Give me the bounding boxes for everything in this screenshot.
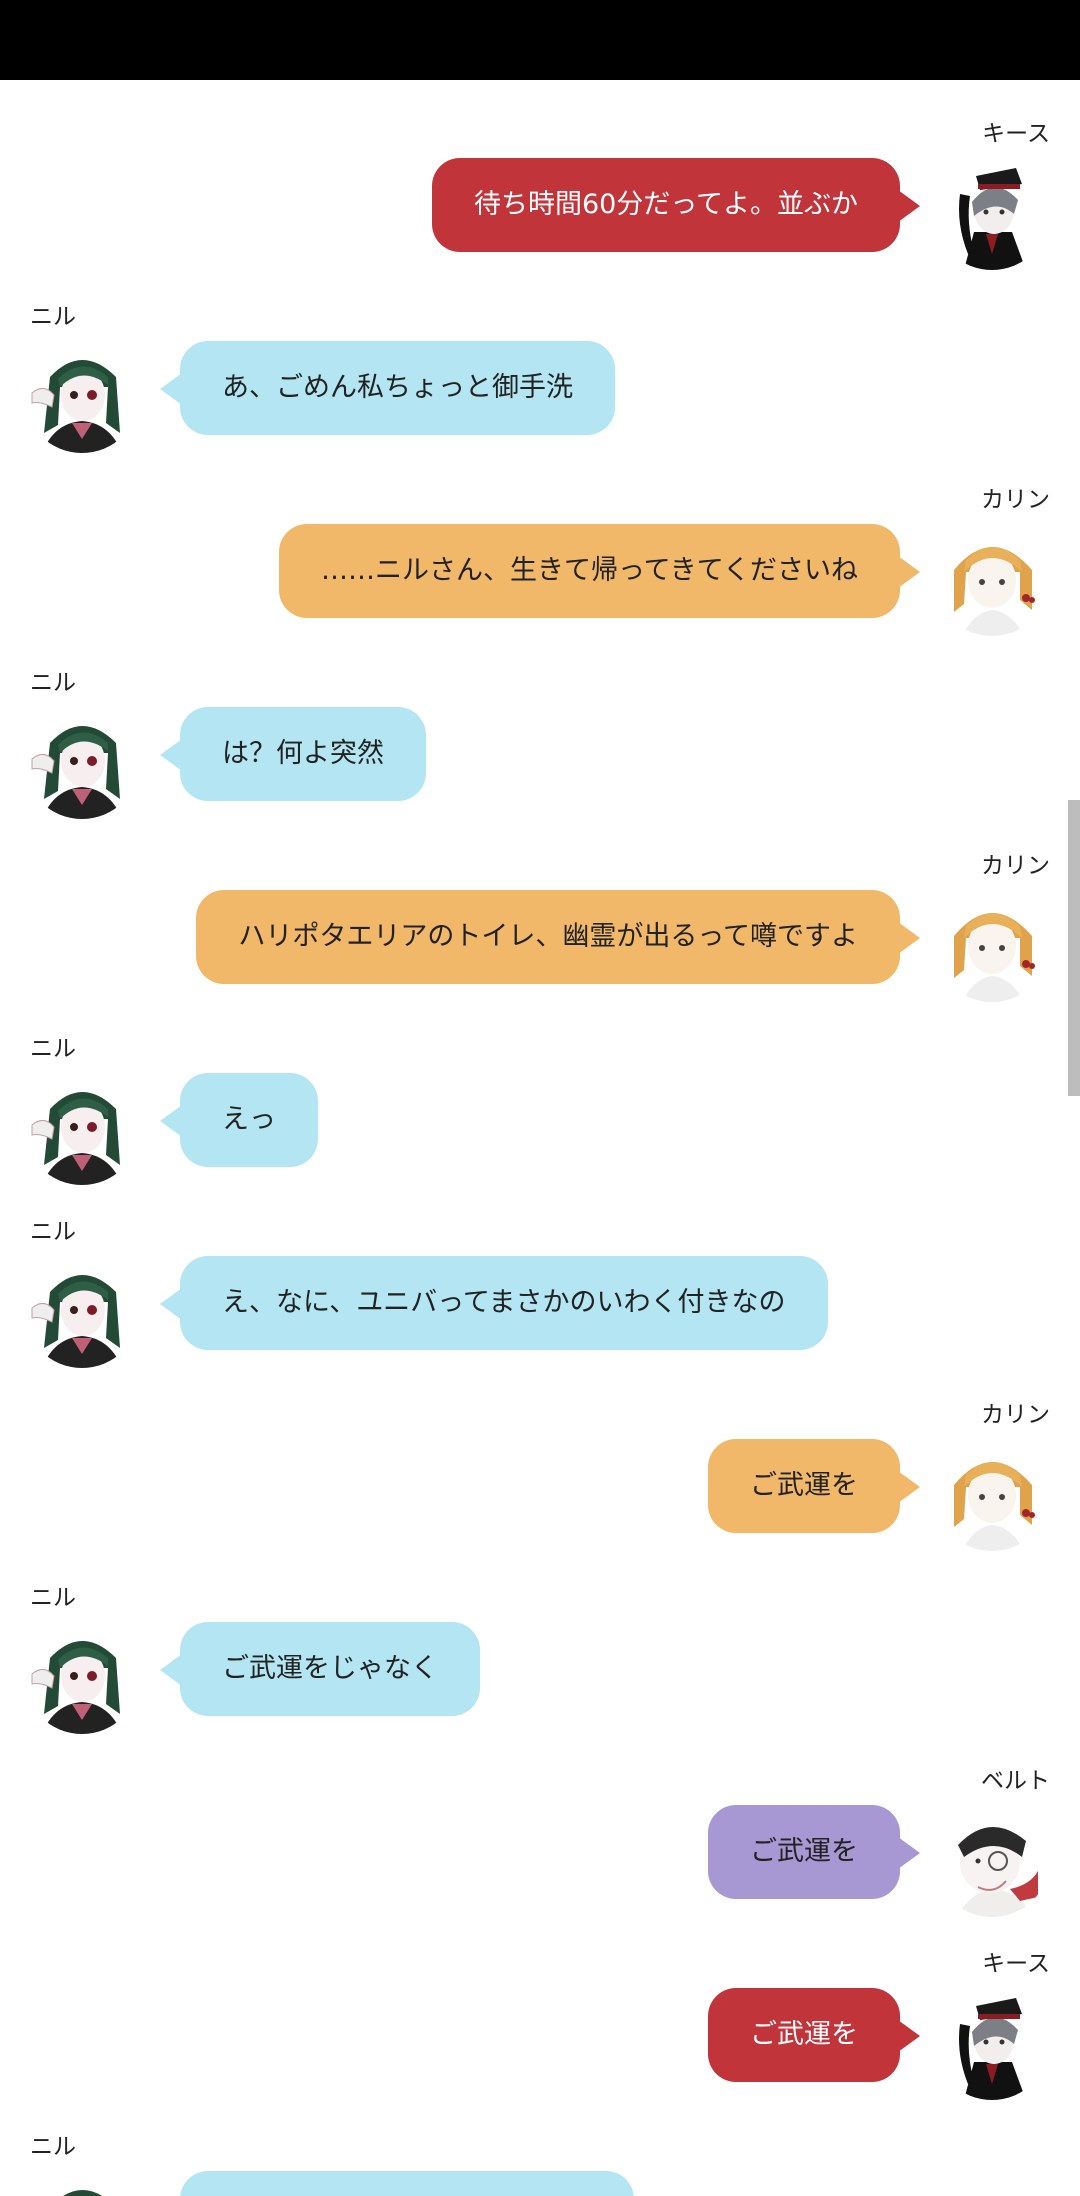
- avatar[interactable]: [934, 1435, 1050, 1551]
- message-bubble[interactable]: は？何よ突然: [160, 707, 426, 801]
- message-bubble[interactable]: ご武運をじゃなく: [160, 1622, 480, 1716]
- speaker-name: ニル: [30, 2134, 76, 2160]
- avatar[interactable]: [24, 337, 140, 453]
- avatar[interactable]: [934, 154, 1050, 270]
- speaker-name: カリン: [981, 853, 1050, 879]
- speaker-name: キース: [982, 121, 1050, 147]
- avatar[interactable]: [934, 1801, 1050, 1917]
- message-bubble[interactable]: えっ: [160, 1073, 318, 1167]
- message-bubble[interactable]: え、なに、ユニバってまさかのいわく付きなの: [160, 1256, 828, 1350]
- avatar[interactable]: [934, 886, 1050, 1002]
- message-bubble[interactable]: ……ニルさん、生きて帰ってきてくださいね: [278, 524, 921, 618]
- avatar[interactable]: [934, 1984, 1050, 2100]
- chat-log[interactable]: キース 待ち時間60分だってよ。並ぶかニル あ、ごめん私ちょっと御手洗カリン ……: [0, 80, 1080, 2196]
- avatar[interactable]: [24, 1069, 140, 1185]
- message-bubble[interactable]: ご武運を: [708, 1805, 920, 1899]
- message-bubble[interactable]: [180, 2171, 634, 2196]
- speaker-name: ニル: [30, 1036, 76, 1062]
- scrollbar[interactable]: [1068, 800, 1080, 1096]
- speaker-name: カリン: [981, 1402, 1050, 1428]
- speaker-name: ニル: [30, 1219, 76, 1245]
- avatar[interactable]: [24, 1252, 140, 1368]
- avatar[interactable]: [24, 703, 140, 819]
- avatar[interactable]: [24, 1618, 140, 1734]
- message-bubble[interactable]: ご武運を: [708, 1988, 920, 2082]
- message-bubble[interactable]: ご武運を: [708, 1439, 920, 1533]
- message-bubble[interactable]: あ、ごめん私ちょっと御手洗: [160, 341, 615, 435]
- speaker-name: キース: [982, 1951, 1050, 1977]
- speaker-name: ニル: [30, 670, 76, 696]
- message-bubble[interactable]: 待ち時間60分だってよ。並ぶか: [431, 158, 921, 252]
- message-bubble[interactable]: ハリポタエリアのトイレ、幽霊が出るって噂ですよ: [196, 890, 920, 984]
- speaker-name: ベルト: [981, 1768, 1050, 1794]
- avatar[interactable]: [934, 520, 1050, 636]
- avatar[interactable]: [24, 2167, 140, 2196]
- speaker-name: カリン: [981, 487, 1050, 513]
- speaker-name: ニル: [30, 304, 76, 330]
- speaker-name: ニル: [30, 1585, 76, 1611]
- status-bar: [0, 0, 1080, 80]
